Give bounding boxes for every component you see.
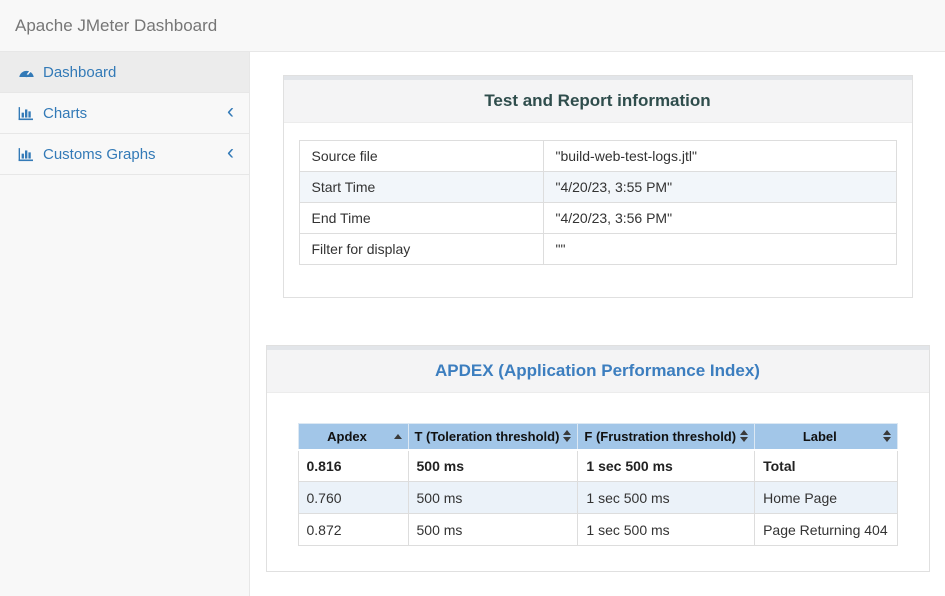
apdex-value: 0.816	[298, 450, 408, 482]
panel-body: Apdex T (Toleration threshold)	[267, 393, 929, 571]
sidebar: Dashboard Charts ‹	[0, 52, 250, 596]
sidebar-item-label: Dashboard	[43, 64, 116, 81]
label-value: Home Page	[755, 482, 897, 514]
table-row: 0.760 500 ms 1 sec 500 ms Home Page	[298, 482, 897, 514]
panel-body: Source file "build-web-test-logs.jtl" St…	[284, 123, 912, 297]
toleration-value: 500 ms	[408, 450, 578, 482]
label-value: Page Returning 404	[755, 514, 897, 546]
apdex-panel: APDEX (Application Performance Index) Ap…	[266, 345, 930, 572]
table-row: Source file "build-web-test-logs.jtl"	[299, 141, 896, 172]
frustration-value: 1 sec 500 ms	[578, 514, 755, 546]
info-row-name: Start Time	[299, 172, 543, 203]
frustration-value: 1 sec 500 ms	[578, 482, 755, 514]
panel-heading: Test and Report information	[284, 80, 912, 123]
bar-chart-icon	[18, 147, 35, 162]
apdex-header-row: Apdex T (Toleration threshold)	[298, 424, 897, 450]
sort-asc-icon	[394, 434, 402, 439]
toleration-value: 500 ms	[408, 514, 578, 546]
info-row-value: ""	[543, 234, 896, 265]
sidebar-item-customs-graphs[interactable]: Customs Graphs ‹	[0, 134, 249, 175]
test-report-info-panel: Test and Report information Source file …	[283, 75, 913, 298]
info-row-name: Source file	[299, 141, 543, 172]
sidebar-item-dashboard[interactable]: Dashboard	[0, 52, 249, 93]
topbar: Apache JMeter Dashboard	[0, 0, 945, 52]
panel-title: APDEX (Application Performance Index)	[435, 361, 760, 381]
tachometer-icon	[18, 65, 35, 80]
toleration-value: 500 ms	[408, 482, 578, 514]
column-header-apdex[interactable]: Apdex	[298, 424, 408, 450]
sidebar-item-label: Charts	[43, 105, 87, 122]
table-row: Filter for display ""	[299, 234, 896, 265]
test-report-info-table: Source file "build-web-test-logs.jtl" St…	[299, 140, 897, 265]
table-row: End Time "4/20/23, 3:56 PM"	[299, 203, 896, 234]
chevron-left-icon[interactable]: ‹	[227, 101, 234, 122]
sidebar-item-charts[interactable]: Charts ‹	[0, 93, 249, 134]
table-row: 0.872 500 ms 1 sec 500 ms Page Returning…	[298, 514, 897, 546]
table-row: 0.816 500 ms 1 sec 500 ms Total	[298, 450, 897, 482]
info-row-value: "4/20/23, 3:55 PM"	[543, 172, 896, 203]
app-title: Apache JMeter Dashboard	[15, 16, 217, 36]
info-row-value: "build-web-test-logs.jtl"	[543, 141, 896, 172]
table-row: Start Time "4/20/23, 3:55 PM"	[299, 172, 896, 203]
sort-both-icon	[883, 430, 891, 442]
apdex-table: Apdex T (Toleration threshold)	[298, 423, 898, 546]
column-header-frustration[interactable]: F (Frustration threshold)	[578, 424, 755, 450]
apdex-value: 0.872	[298, 514, 408, 546]
column-header-label[interactable]: Label	[755, 424, 897, 450]
bar-chart-icon	[18, 106, 35, 121]
panel-heading: APDEX (Application Performance Index)	[267, 350, 929, 393]
info-row-value: "4/20/23, 3:56 PM"	[543, 203, 896, 234]
sort-both-icon	[563, 430, 571, 442]
sidebar-item-label: Customs Graphs	[43, 146, 156, 163]
frustration-value: 1 sec 500 ms	[578, 450, 755, 482]
panel-title: Test and Report information	[484, 91, 710, 111]
page-layout: Dashboard Charts ‹	[0, 52, 945, 596]
info-row-name: Filter for display	[299, 234, 543, 265]
sort-both-icon	[740, 430, 748, 442]
apdex-value: 0.760	[298, 482, 408, 514]
chevron-left-icon[interactable]: ‹	[227, 142, 234, 163]
label-value: Total	[755, 450, 897, 482]
info-row-name: End Time	[299, 203, 543, 234]
column-header-toleration[interactable]: T (Toleration threshold)	[408, 424, 578, 450]
main-content: Test and Report information Source file …	[250, 52, 945, 596]
